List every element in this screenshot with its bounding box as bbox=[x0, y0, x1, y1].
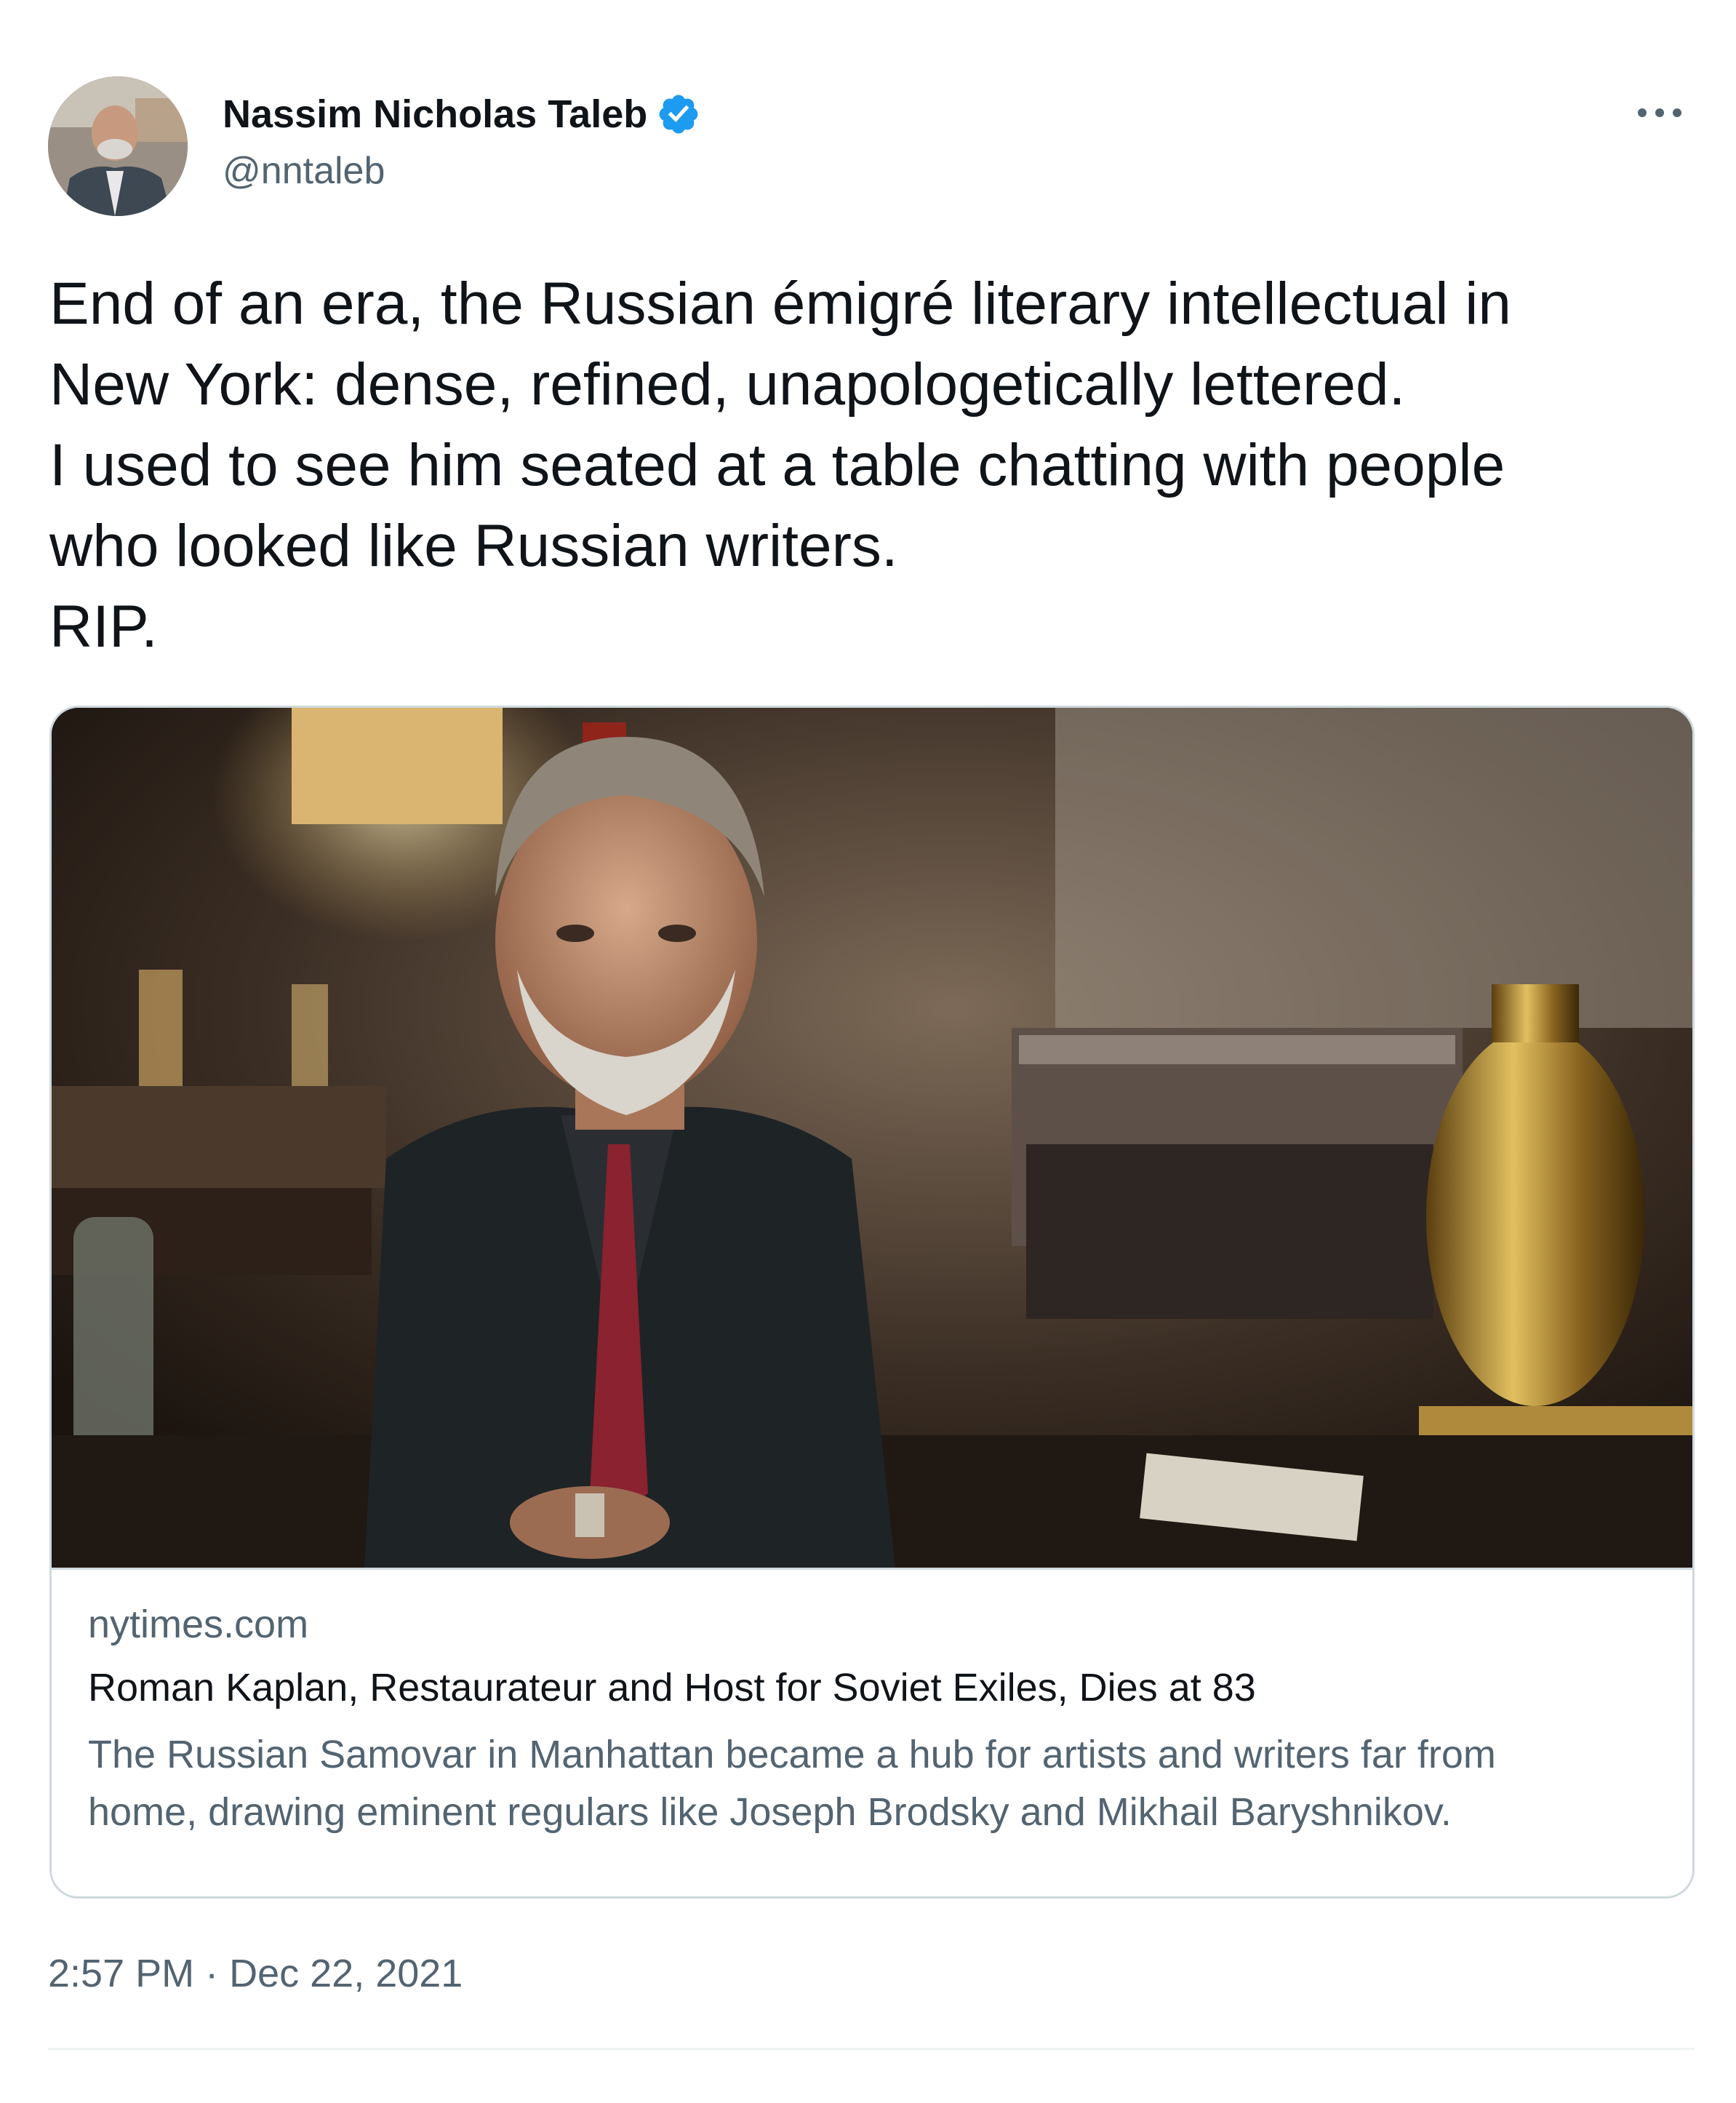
card-domain: nytimes.com bbox=[88, 1603, 309, 1646]
verified-badge-icon bbox=[659, 95, 698, 134]
more-options-button[interactable] bbox=[1629, 91, 1690, 135]
tweet-text-line: RIP. bbox=[49, 594, 158, 660]
tweet-text-line: I used to see him seated at a table chat… bbox=[49, 432, 1505, 498]
card-description-line: The Russian Samovar in Manhattan became … bbox=[88, 1733, 1496, 1776]
author-handle[interactable]: @nntaleb bbox=[223, 147, 385, 195]
card-title: Roman Kaplan, Restaurateur and Host for … bbox=[88, 1666, 1256, 1709]
tweet-text-line: New York: dense, refined, unapologetical… bbox=[49, 351, 1406, 418]
avatar[interactable] bbox=[48, 76, 188, 216]
card-divider bbox=[52, 1568, 1692, 1570]
ellipsis-icon bbox=[1638, 108, 1681, 117]
card-description-line: home, drawing eminent regulars like Jose… bbox=[88, 1790, 1452, 1834]
author-name-row[interactable]: Nassim Nicholas Taleb bbox=[223, 89, 701, 140]
bottom-divider bbox=[48, 2048, 1695, 2050]
tweet-container: Nassim Nicholas Taleb @nntaleb End of an… bbox=[0, 0, 1736, 2103]
tweet-text-line: End of an era, the Russian émigré litera… bbox=[49, 271, 1512, 337]
profile-photo bbox=[48, 76, 188, 216]
card-description: The Russian Samovar in Manhattan became … bbox=[88, 1726, 1666, 1841]
author-display-name[interactable]: Nassim Nicholas Taleb bbox=[223, 89, 647, 140]
link-preview-card[interactable]: nytimes.com Roman Kaplan, Restaurateur a… bbox=[49, 706, 1695, 1899]
tweet-timestamp[interactable]: 2:57 PM · Dec 22, 2021 bbox=[48, 1948, 463, 1999]
tweet-text: End of an era, the Russian émigré litera… bbox=[49, 263, 1715, 667]
article-photo bbox=[52, 708, 1692, 1568]
card-image[interactable] bbox=[52, 708, 1692, 1568]
tweet-text-line: who looked like Russian writers. bbox=[49, 513, 898, 579]
